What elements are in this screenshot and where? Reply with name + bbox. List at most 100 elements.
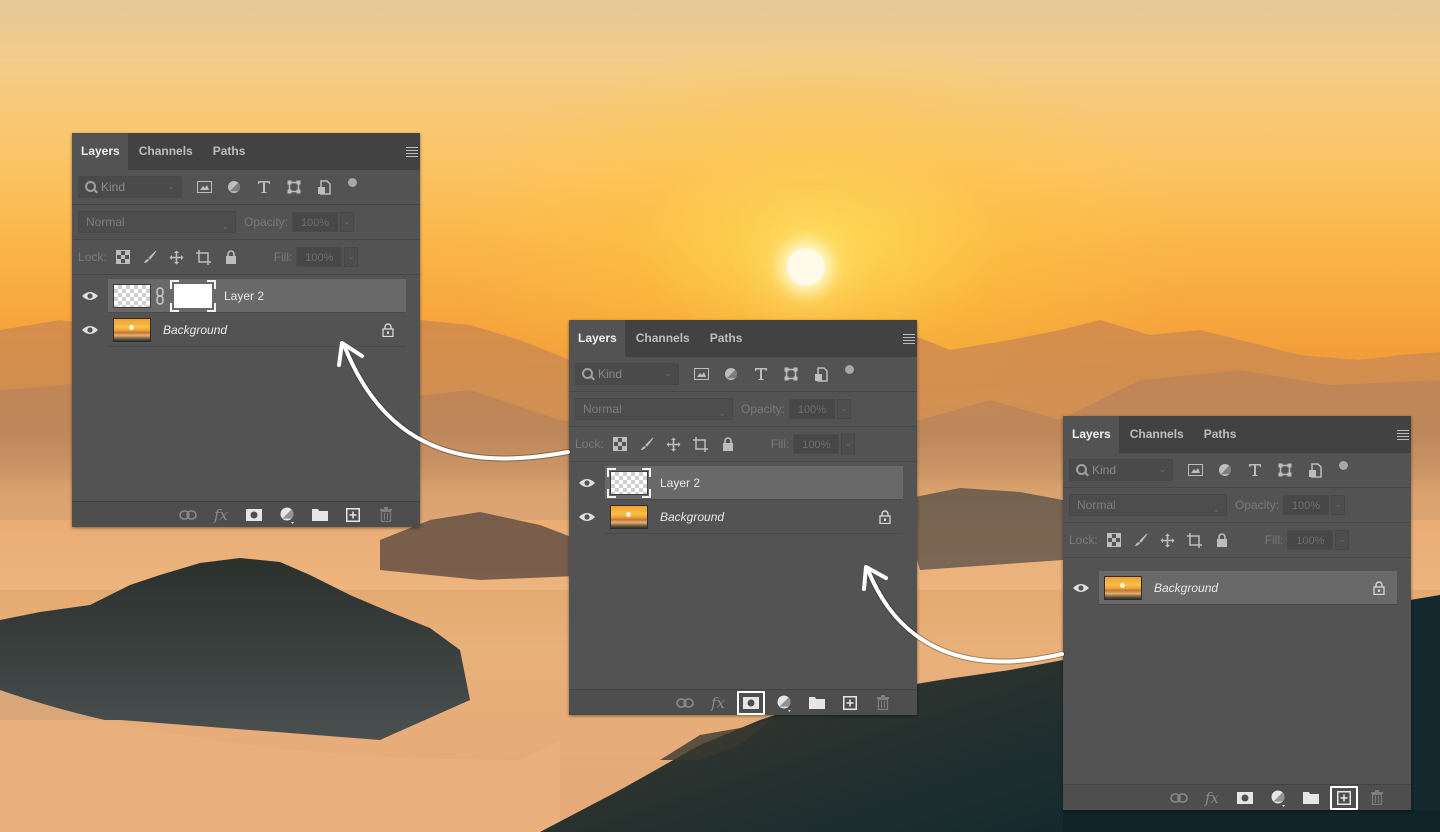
shape-filter-icon[interactable] [1277,462,1293,478]
lock-position-icon[interactable] [666,436,682,452]
lock-image-pixels-icon[interactable] [142,249,158,265]
layer-mask-thumbnail[interactable] [170,279,216,312]
fill-label: Fill: [273,250,293,264]
new-group-folder-icon[interactable] [310,506,330,524]
tab-layers[interactable]: Layers [569,320,625,357]
smart-object-filter-icon[interactable] [316,179,332,195]
adjustment-layer-icon[interactable] [1268,789,1288,807]
new-group-folder-icon[interactable] [1301,789,1321,807]
lock-all-icon[interactable] [1214,532,1230,548]
chevron-down-icon: ⌄ [1212,504,1220,514]
smart-object-filter-icon[interactable] [1307,462,1323,478]
filter-toggle-icon[interactable] [1339,460,1348,470]
tab-paths[interactable]: Paths [203,133,256,170]
lock-all-icon[interactable] [223,249,239,265]
mask-link-icon[interactable] [155,286,165,305]
lock-artboard-icon[interactable] [196,249,212,265]
fill-input[interactable]: 100% [296,247,343,267]
create-new-layer-icon[interactable] [1330,785,1358,810]
tab-paths[interactable]: Paths [1194,416,1247,453]
lock-artboard-icon[interactable] [693,436,709,452]
layer-name: Layer 2 [660,475,701,490]
adjustment-filter-icon[interactable] [1217,462,1233,478]
add-layer-mask-icon[interactable] [737,690,765,715]
fx-layer-style-icon[interactable]: fx [211,506,231,524]
type-filter-icon[interactable] [1247,462,1263,478]
tab-channels[interactable]: Channels [128,133,203,170]
fx-layer-style-icon[interactable]: fx [708,694,728,712]
lock-artboard-icon[interactable] [1187,532,1203,548]
eye-visibility-icon[interactable] [81,290,99,302]
pixel-filter-icon[interactable] [1187,462,1203,478]
fill-dropdown[interactable]: ⌄ [841,434,856,454]
type-filter-icon[interactable] [753,366,769,382]
lock-transparent-pixels-icon[interactable] [1106,532,1122,548]
eye-visibility-icon[interactable] [578,477,596,489]
shape-filter-icon[interactable] [286,179,302,195]
eye-visibility-icon[interactable] [1072,582,1090,594]
panel-menu-icon[interactable] [1397,430,1409,440]
link-layers-icon[interactable] [675,694,695,712]
fill-dropdown[interactable]: ⌄ [344,247,359,267]
lock-position-icon[interactable] [169,249,185,265]
panel-tabbar: Layers Channels Paths [569,320,917,357]
panel-menu-icon[interactable] [903,334,915,344]
lock-image-pixels-icon[interactable] [1133,532,1149,548]
adjustment-filter-icon[interactable] [723,366,739,382]
lock-image-pixels-icon[interactable] [639,436,655,452]
delete-layer-icon[interactable] [376,506,396,524]
filter-toggle-icon[interactable] [845,364,854,374]
tab-channels[interactable]: Channels [625,320,700,357]
kind-filter-select[interactable]: Kind ⌄ [78,176,182,198]
fx-layer-style-icon[interactable]: fx [1202,789,1222,807]
opacity-dropdown[interactable]: ⌄ [1331,495,1346,515]
layer-row-background[interactable]: Background [1063,571,1411,605]
opacity-dropdown[interactable]: ⌄ [340,212,355,232]
blend-mode-select[interactable]: Normal ⌄ [575,398,733,420]
layer-row-layer-2[interactable]: Layer 2 [569,466,917,500]
tab-layers[interactable]: Layers [1063,416,1119,453]
shape-filter-icon[interactable] [783,366,799,382]
pixel-filter-icon[interactable] [196,179,212,195]
layer-row-background[interactable]: Background [72,313,420,347]
tab-paths[interactable]: Paths [700,320,753,357]
add-layer-mask-icon[interactable] [1235,789,1255,807]
opacity-input[interactable]: 100% [292,212,339,232]
link-layers-icon[interactable] [178,506,198,524]
adjustment-layer-icon[interactable] [277,506,297,524]
kind-filter-select[interactable]: Kind ⌄ [575,363,679,385]
lock-all-icon[interactable] [720,436,736,452]
adjustment-filter-icon[interactable] [226,179,242,195]
fill-input[interactable]: 100% [1287,530,1334,550]
lock-position-icon[interactable] [1160,532,1176,548]
tab-channels[interactable]: Channels [1119,416,1194,453]
opacity-input[interactable]: 100% [1283,495,1330,515]
tab-layers[interactable]: Layers [72,133,128,170]
opacity-dropdown[interactable]: ⌄ [837,399,852,419]
pixel-filter-icon[interactable] [693,366,709,382]
blend-mode-select[interactable]: Normal ⌄ [78,211,236,233]
fill-input[interactable]: 100% [793,434,840,454]
kind-filter-select[interactable]: Kind ⌄ [1069,459,1173,481]
filter-toggle-icon[interactable] [348,177,357,187]
layer-row-background[interactable]: Background [569,500,917,534]
lock-transparent-pixels-icon[interactable] [612,436,628,452]
create-new-layer-icon[interactable] [343,506,363,524]
delete-layer-icon[interactable] [873,694,893,712]
panel-menu-icon[interactable] [406,147,418,157]
adjustment-layer-icon[interactable] [774,694,794,712]
blend-mode-select[interactable]: Normal ⌄ [1069,494,1227,516]
lock-transparent-pixels-icon[interactable] [115,249,131,265]
add-layer-mask-icon[interactable] [244,506,264,524]
create-new-layer-icon[interactable] [840,694,860,712]
new-group-folder-icon[interactable] [807,694,827,712]
opacity-input[interactable]: 100% [789,399,836,419]
link-layers-icon[interactable] [1169,789,1189,807]
eye-visibility-icon[interactable] [578,511,596,523]
smart-object-filter-icon[interactable] [813,366,829,382]
eye-visibility-icon[interactable] [81,324,99,336]
fill-dropdown[interactable]: ⌄ [1335,530,1350,550]
layer-row-layer-2[interactable]: Layer 2 [72,279,420,313]
delete-layer-icon[interactable] [1367,789,1387,807]
type-filter-icon[interactable] [256,179,272,195]
